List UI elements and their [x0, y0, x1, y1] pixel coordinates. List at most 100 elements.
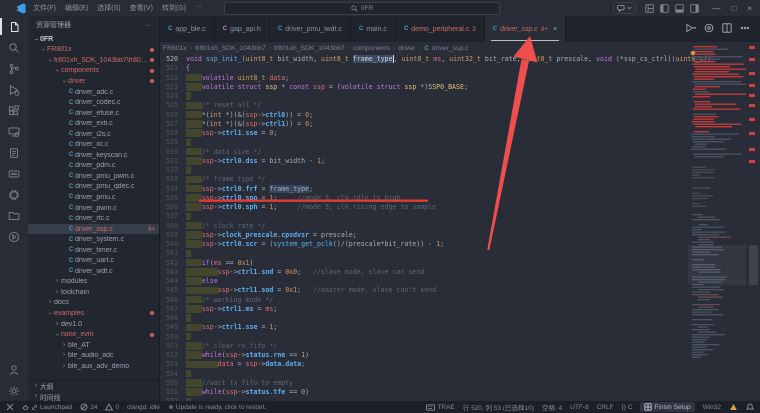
code-line-543[interactable]: 543ssp->ctrl1.sod = 0x0; //slave mode, s…	[160, 268, 760, 277]
code-line-556[interactable]: 556while(ssp->status.tfe == 0)	[160, 388, 760, 397]
outline-section[interactable]: ›大纲	[28, 381, 159, 392]
code-line-525[interactable]: 525/* reset all */	[160, 101, 760, 110]
explorer-icon[interactable]	[0, 16, 28, 37]
status-right--520-53-10-[interactable]: 行 520, 列 53 (已选择10)	[463, 402, 534, 412]
code-line-528[interactable]: 528ssp->ctrl1.sse = 0;	[160, 129, 760, 138]
tree-item-driver_codec.c[interactable]: Cdriver_codec.c	[28, 97, 159, 108]
close-button[interactable]: ×	[747, 4, 752, 13]
status-left-update-is-ready-clic[interactable]: Update is ready, click to restart.	[168, 404, 267, 411]
scrollbar[interactable]	[746, 42, 760, 401]
breadcrumb-segment[interactable]: fr801xh_SDK_1043bb7	[195, 45, 266, 52]
menu-item-3[interactable]: 查看(V)	[130, 3, 153, 13]
tree-item-examples[interactable]: ›examples	[28, 308, 159, 319]
toggle-sidebar-icon[interactable]	[660, 4, 669, 13]
code-line-531[interactable]: 531ssp->ctrl0.dss = bit_width - 1;	[160, 157, 760, 166]
tree-item-modules[interactable]: ›modules	[28, 277, 159, 288]
code-line-555[interactable]: 555//wait tx fifo to empty	[160, 379, 760, 388]
tab-close-icon[interactable]: ×	[553, 26, 557, 33]
code-line-545[interactable]: 545ssp->ctrl1.sod = 0x1; //master mode, …	[160, 286, 760, 295]
status-left-remote[interactable]	[6, 403, 14, 411]
status-right--4[interactable]: 空格: 4	[542, 402, 562, 412]
folder-icon[interactable]	[0, 205, 28, 226]
minimize-button[interactable]: —	[712, 4, 720, 13]
split-editor-icon[interactable]	[722, 23, 732, 35]
code-editor[interactable]: 520void ssp_init_(uint8_t bit_width, uin…	[160, 55, 760, 401]
status-left-clangd-idle[interactable]: clangd: idle	[127, 404, 160, 411]
status-right-warn-orange[interactable]	[729, 403, 738, 411]
tree-item-0FR[interactable]: ›0FR	[28, 34, 159, 45]
code-line-542[interactable]: 542if(ms == 0x1)	[160, 259, 760, 268]
code-line-523[interactable]: 523volatile struct ssp * const ssp = (vo…	[160, 83, 760, 92]
tab-main.c[interactable]: Cmain.c	[351, 16, 396, 42]
breadcrumb-segment[interactable]: components	[353, 45, 390, 52]
status-left-24[interactable]: 24	[80, 403, 97, 411]
tree-item-dev1.0[interactable]: ›dev1.0	[28, 319, 159, 330]
run-circle-icon[interactable]	[0, 226, 28, 247]
ai-chat-button[interactable]	[613, 2, 636, 14]
command-center[interactable]: 0FR	[224, 2, 500, 15]
code-line-532[interactable]: 532	[160, 166, 760, 175]
tree-item-driver_keyscan.c[interactable]: Cdriver_keyscan.c	[28, 150, 159, 161]
menu-item-4[interactable]: 转到(G)	[162, 3, 186, 13]
status-right-win32[interactable]: Win32	[703, 404, 721, 411]
menu-item-1[interactable]: 编辑(E)	[65, 3, 88, 13]
tree-item-driver_pmu_pwm.c[interactable]: Cdriver_pmu_pwm.c	[28, 171, 159, 182]
tree-item-ble_aux_adv_demo[interactable]: ›ble_aux_adv_demo	[28, 361, 159, 372]
code-line-540[interactable]: 540ssp->ctrl0.scr = (system_get_pclk()/(…	[160, 240, 760, 249]
tree-item-driver_ssp.c[interactable]: Cdriver_ssp.c9+	[28, 224, 159, 235]
tree-item-ble_AT[interactable]: ›ble_AT	[28, 340, 159, 351]
code-line-530[interactable]: 530/* data size */	[160, 148, 760, 157]
account-icon[interactable]	[0, 359, 28, 380]
tree-item-ble_audio_adc[interactable]: ›ble_audio_adc	[28, 350, 159, 361]
tree-item-driver_i2s.c[interactable]: Cdriver_i2s.c	[28, 129, 159, 140]
menu-item-2[interactable]: 选择(S)	[97, 3, 120, 13]
code-line-549[interactable]: 549ssp->ctrl1.sse = 1;	[160, 323, 760, 332]
tree-item-fr801xh_SDK_1043bb7fr801xh_...[interactable]: ›fr801xh_SDK_1043bb7\fr801xh_...	[28, 55, 159, 66]
remote-monitor-icon[interactable]	[0, 121, 28, 142]
tree-item-driver_rtc.c[interactable]: Cdriver_rtc.c	[28, 213, 159, 224]
tree-item-docs[interactable]: ›docs	[28, 298, 159, 309]
code-line-534[interactable]: 534ssp->ctrl0.frf = frame_type;	[160, 185, 760, 194]
status-right--c[interactable]: {} C	[622, 404, 633, 411]
tree-item-driver_pdm.c[interactable]: Cdriver_pdm.c	[28, 161, 159, 172]
code-line-533[interactable]: 533/* frame type */	[160, 175, 760, 184]
minimap[interactable]	[688, 42, 746, 401]
tree-item-driver_adc.c[interactable]: Cdriver_adc.c	[28, 87, 159, 98]
scrollbar-thumb[interactable]	[749, 245, 758, 285]
tree-item-none_evm[interactable]: ›none_evm	[28, 329, 159, 340]
tab-driver_pmu_iwdt.c[interactable]: Cdriver_pmu_iwdt.c	[270, 16, 351, 42]
breadcrumb-segment[interactable]: driver	[398, 45, 415, 52]
run-debug-icon[interactable]	[0, 79, 28, 100]
tab-app_ble.c[interactable]: Capp_ble.c	[160, 16, 215, 42]
extensions-icon[interactable]	[0, 100, 28, 121]
code-line-539[interactable]: 539ssp->clock_prescale.cpsdvsr = prescal…	[160, 231, 760, 240]
tree-item-components[interactable]: ›components	[28, 66, 159, 77]
breadcrumb-segment[interactable]: FR801x	[163, 45, 187, 52]
tree-item-driver_pmu.c[interactable]: Cdriver_pmu.c	[28, 192, 159, 203]
code-line-522[interactable]: 522volatile uint8_t data;	[160, 74, 760, 83]
run-button[interactable]	[685, 23, 696, 35]
tab-gap_api.h[interactable]: Cgap_api.h	[215, 16, 270, 42]
code-line-547[interactable]: 547ssp->ctrl1.ms = ms;	[160, 305, 760, 314]
code-line-524[interactable]: 524	[160, 92, 760, 101]
tree-item-driver_timer.c[interactable]: Cdriver_timer.c	[28, 245, 159, 256]
tree-item-FR801x[interactable]: ›FR801x	[28, 45, 159, 56]
code-line-541[interactable]: 541	[160, 249, 760, 258]
output-box-icon[interactable]	[0, 163, 28, 184]
code-line-538[interactable]: 538/* clock rate */	[160, 222, 760, 231]
more-actions-icon[interactable]	[740, 23, 750, 35]
tab-driver_ssp.c[interactable]: Cdriver_ssp.c9+×	[485, 16, 566, 42]
tree-item-driver_wdt.c[interactable]: Cdriver_wdt.c	[28, 266, 159, 277]
open-changes-icon[interactable]	[704, 23, 714, 35]
requirements-icon[interactable]	[0, 142, 28, 163]
breadcrumb-file[interactable]: driver_ssp.c	[432, 45, 469, 52]
status-left-launchpad[interactable]: Launchpad	[22, 404, 72, 411]
status-right-utf-8[interactable]: UTF-8	[570, 404, 588, 411]
status-right-finish-setup[interactable]: Finish Setup	[640, 402, 694, 412]
tree-item-driver_pmu_qdec.c[interactable]: Cdriver_pmu_qdec.c	[28, 182, 159, 193]
source-control-icon[interactable]	[0, 58, 28, 79]
code-line-536[interactable]: 536ssp->ctrl0.sph = 1; //mode 3, clk ris…	[160, 203, 760, 212]
explorer-more-button[interactable]: ···	[144, 22, 151, 29]
code-line-529[interactable]: 529	[160, 138, 760, 147]
tree-item-driver_exti.c[interactable]: Cdriver_exti.c	[28, 118, 159, 129]
